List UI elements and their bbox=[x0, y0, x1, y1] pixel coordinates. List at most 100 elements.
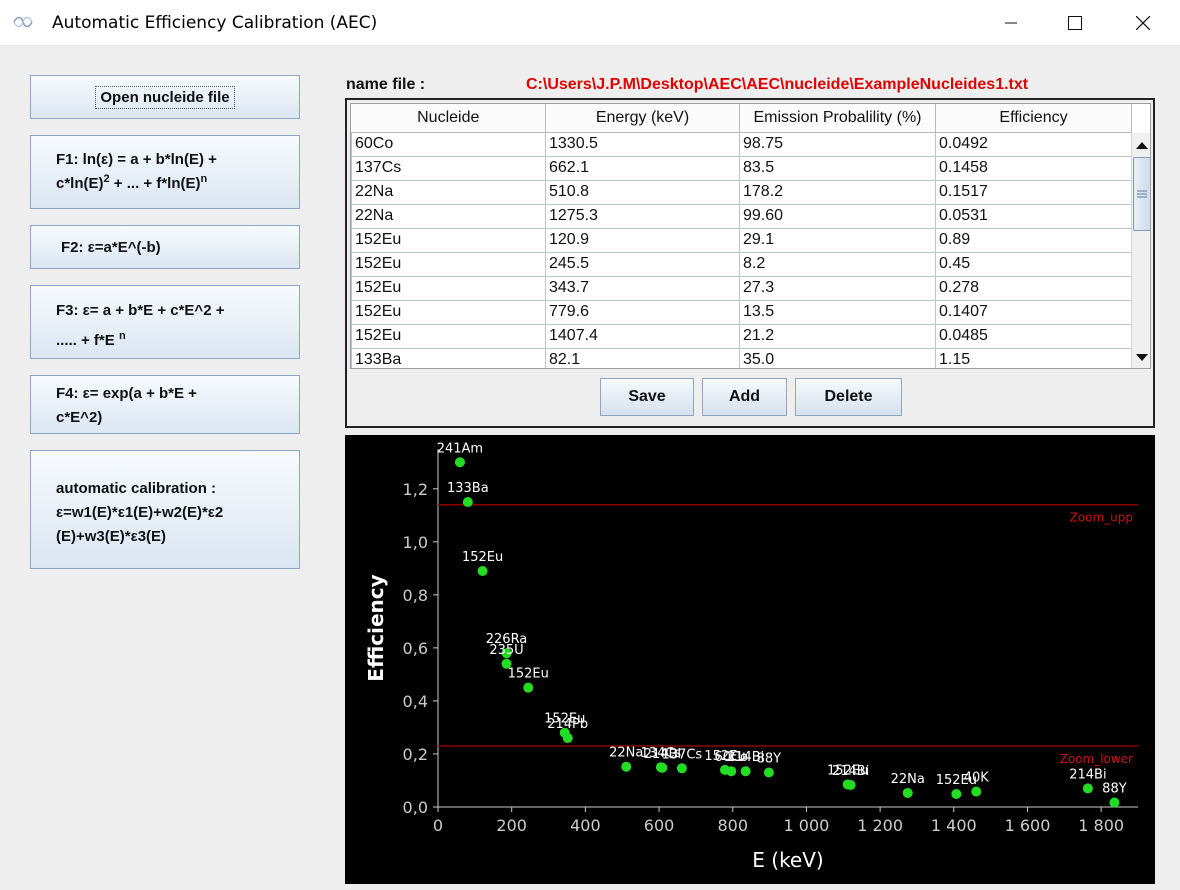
cell[interactable]: 0.1407 bbox=[935, 299, 1132, 325]
cell[interactable]: 152Eu bbox=[351, 227, 546, 253]
x-tick-label: 1 600 bbox=[1005, 816, 1051, 835]
f4-line1: F4: ε= exp(a + b*E + bbox=[56, 385, 197, 402]
cell[interactable]: 152Eu bbox=[351, 251, 546, 277]
cell[interactable]: 510.8 bbox=[545, 179, 740, 205]
x-tick-label: 1 800 bbox=[1078, 816, 1124, 835]
close-button[interactable] bbox=[1120, 0, 1166, 46]
cell[interactable]: 152Eu bbox=[351, 323, 546, 349]
cell[interactable]: 99.60 bbox=[739, 203, 936, 229]
cell[interactable]: 662.1 bbox=[545, 155, 740, 181]
cell[interactable]: 178.2 bbox=[739, 179, 936, 205]
cell[interactable]: 98.75 bbox=[739, 131, 936, 157]
minimize-button[interactable] bbox=[988, 0, 1034, 46]
f3-button[interactable]: F3: ε= a + b*E + c*E^2 + ..... + f*E n bbox=[30, 285, 300, 359]
data-point bbox=[971, 786, 982, 797]
table-row[interactable]: 22Na 510.8 178.2 0.1517 bbox=[351, 179, 1132, 205]
cell[interactable]: 152Eu bbox=[351, 275, 546, 301]
f1-button[interactable]: F1: ln(ε) = a + b*ln(E) + c*ln(E)2 + ...… bbox=[30, 135, 300, 209]
header-nucleide[interactable]: Nucleide bbox=[351, 104, 546, 133]
cell[interactable]: 8.2 bbox=[739, 251, 936, 277]
cell[interactable]: 1330.5 bbox=[545, 131, 740, 157]
cell[interactable]: 0.0485 bbox=[935, 323, 1132, 349]
open-nucleide-file-button[interactable]: Open nucleide file bbox=[30, 75, 300, 119]
f4-button[interactable]: F4: ε= exp(a + b*E + c*E^2) bbox=[30, 375, 300, 434]
scroll-up-button[interactable] bbox=[1132, 135, 1150, 155]
data-point bbox=[462, 497, 473, 508]
table-row[interactable]: 133Ba 82.1 35.0 1.15 bbox=[351, 347, 1132, 368]
cell[interactable]: 22Na bbox=[351, 203, 546, 229]
table-row[interactable]: 152Eu 779.6 13.5 0.1407 bbox=[351, 299, 1132, 325]
cell[interactable]: 35.0 bbox=[739, 347, 936, 368]
maximize-icon bbox=[1068, 16, 1082, 30]
cell[interactable]: 152Eu bbox=[351, 299, 546, 325]
cell[interactable]: 0.0492 bbox=[935, 131, 1132, 157]
table-row[interactable]: 137Cs 662.1 83.5 0.1458 bbox=[351, 155, 1132, 181]
data-point-label: 152Eu bbox=[508, 667, 549, 682]
table-header-row: Nucleide Energy (keV) Emission Probalili… bbox=[351, 104, 1132, 133]
cell[interactable]: 1407.4 bbox=[545, 323, 740, 349]
data-point-label: 235U bbox=[489, 643, 523, 658]
data-point-label: 137Cs bbox=[662, 747, 703, 762]
table-scrollbar[interactable] bbox=[1131, 133, 1150, 368]
x-tick-label: 1 000 bbox=[784, 816, 830, 835]
cell[interactable]: 27.3 bbox=[739, 275, 936, 301]
table-row[interactable]: 152Eu 245.5 8.2 0.45 bbox=[351, 251, 1132, 277]
cell[interactable]: 21.2 bbox=[739, 323, 936, 349]
maximize-button[interactable] bbox=[1052, 0, 1098, 46]
header-emission-probability[interactable]: Emission Probalility (%) bbox=[739, 104, 936, 133]
data-point bbox=[621, 761, 632, 772]
cell[interactable]: 1.15 bbox=[935, 347, 1132, 368]
header-energy[interactable]: Energy (keV) bbox=[545, 104, 740, 133]
data-point bbox=[657, 762, 668, 773]
scroll-down-button[interactable] bbox=[1132, 347, 1150, 367]
table-row[interactable]: 22Na 1275.3 99.60 0.0531 bbox=[351, 203, 1132, 229]
open-button-label: Open nucleide file bbox=[95, 85, 235, 109]
cell[interactable]: 0.278 bbox=[935, 275, 1132, 301]
delete-button[interactable]: Delete bbox=[795, 378, 902, 416]
automatic-calibration-button[interactable]: automatic calibration : ε=w1(E)*ε1(E)+w2… bbox=[30, 450, 300, 569]
cell[interactable]: 0.1517 bbox=[935, 179, 1132, 205]
cell[interactable]: 83.5 bbox=[739, 155, 936, 181]
scroll-thumb[interactable] bbox=[1133, 157, 1150, 231]
cell[interactable]: 60Co bbox=[351, 131, 546, 157]
cell[interactable]: 0.89 bbox=[935, 227, 1132, 253]
table-row[interactable]: 152Eu 1407.4 21.2 0.0485 bbox=[351, 323, 1132, 349]
y-tick-label: 1,2 bbox=[403, 480, 428, 499]
table-row[interactable]: 152Eu 343.7 27.3 0.278 bbox=[351, 275, 1132, 301]
cell[interactable]: 0.1458 bbox=[935, 155, 1132, 181]
x-axis-label: E (keV) bbox=[752, 848, 823, 872]
f2-button[interactable]: F2: ε=a*E^(-b) bbox=[30, 225, 300, 269]
f3-line1: F3: ε= a + b*E + c*E^2 + bbox=[56, 302, 225, 319]
cell[interactable]: 82.1 bbox=[545, 347, 740, 368]
y-axis-label: Efficiency bbox=[364, 574, 388, 681]
cell[interactable]: 29.1 bbox=[739, 227, 936, 253]
cell[interactable]: 120.9 bbox=[545, 227, 740, 253]
data-point bbox=[523, 682, 534, 693]
x-tick-label: 200 bbox=[496, 816, 527, 835]
cell[interactable]: 343.7 bbox=[545, 275, 740, 301]
table-row[interactable]: 152Eu 120.9 29.1 0.89 bbox=[351, 227, 1132, 253]
data-point bbox=[951, 789, 962, 800]
table-row[interactable]: 60Co 1330.5 98.75 0.0492 bbox=[351, 131, 1132, 157]
cell[interactable]: 0.0531 bbox=[935, 203, 1132, 229]
auto-line2: ε=w1(E)*ε1(E)+w2(E)*ε2 bbox=[56, 504, 224, 521]
save-button[interactable]: Save bbox=[600, 378, 694, 416]
nucleide-table[interactable]: Nucleide Energy (keV) Emission Probalili… bbox=[351, 104, 1132, 368]
f4-line2: c*E^2) bbox=[56, 409, 103, 426]
data-point bbox=[454, 457, 465, 468]
cell[interactable]: 137Cs bbox=[351, 155, 546, 181]
data-point-label: 40K bbox=[964, 771, 990, 786]
cell[interactable]: 133Ba bbox=[351, 347, 546, 368]
header-efficiency[interactable]: Efficiency bbox=[935, 104, 1132, 133]
cell[interactable]: 1275.3 bbox=[545, 203, 740, 229]
cell[interactable]: 22Na bbox=[351, 179, 546, 205]
auto-line1: automatic calibration : bbox=[56, 480, 217, 497]
cell[interactable]: 779.6 bbox=[545, 299, 740, 325]
cell[interactable]: 245.5 bbox=[545, 251, 740, 277]
add-button[interactable]: Add bbox=[702, 378, 787, 416]
cell[interactable]: 0.45 bbox=[935, 251, 1132, 277]
cell[interactable]: 13.5 bbox=[739, 299, 936, 325]
data-point bbox=[477, 565, 488, 576]
x-tick-label: 1 200 bbox=[857, 816, 903, 835]
table-panel: Nucleide Energy (keV) Emission Probalili… bbox=[345, 98, 1155, 428]
